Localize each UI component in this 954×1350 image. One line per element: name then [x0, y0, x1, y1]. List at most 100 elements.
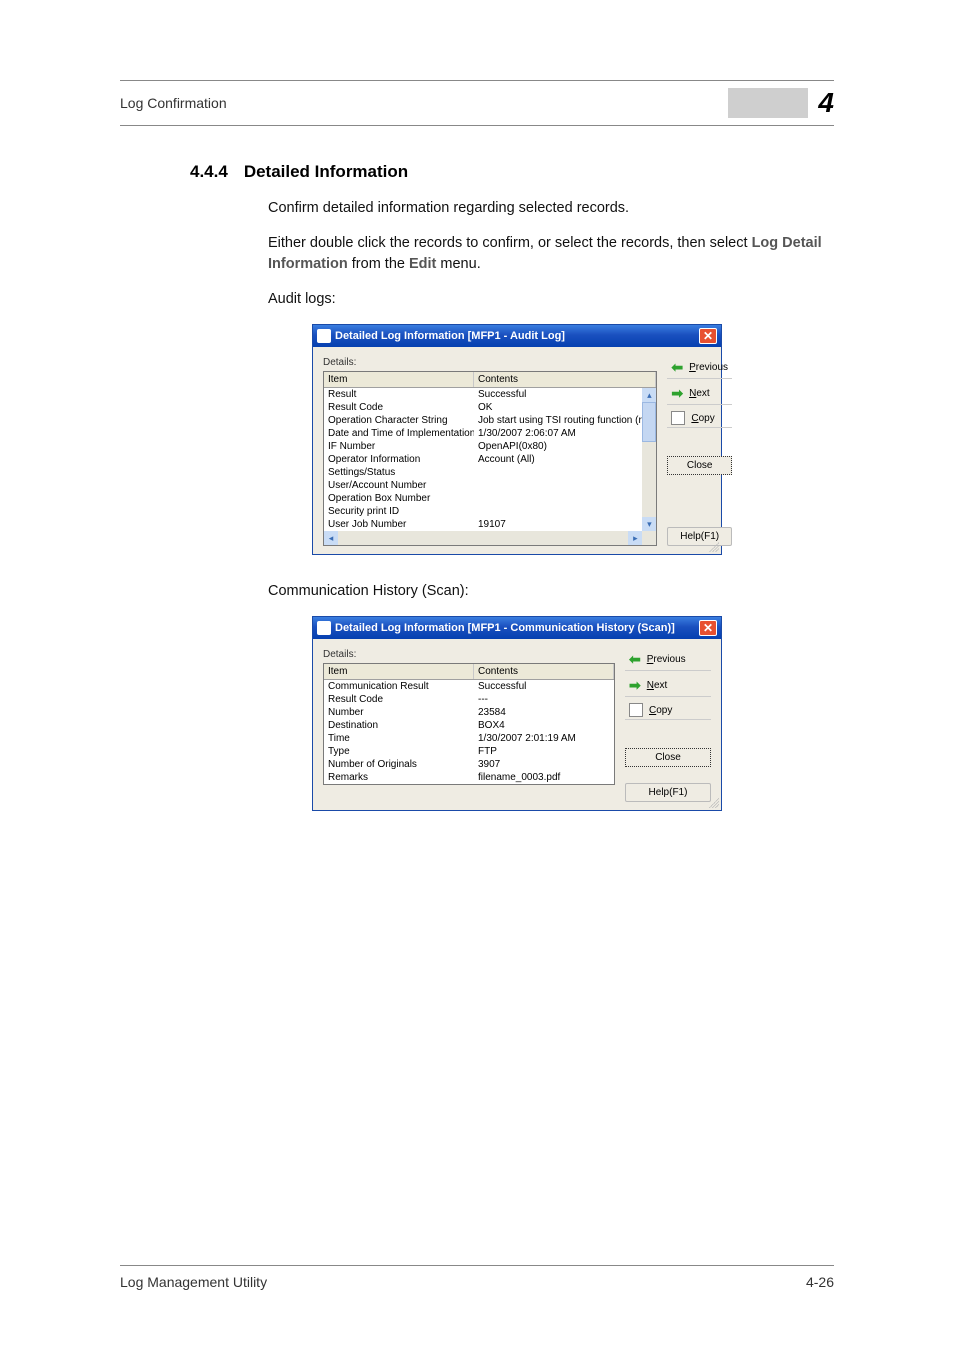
- column-item[interactable]: Item: [324, 372, 474, 387]
- cell-content: BOX4: [474, 719, 614, 732]
- table-row[interactable]: Settings/Status: [324, 466, 656, 479]
- next-button[interactable]: ➡ Next: [667, 383, 732, 405]
- grid-body: Communication ResultSuccessfulResult Cod…: [324, 680, 614, 784]
- table-row[interactable]: Remarksfilename_0003.pdf: [324, 771, 614, 784]
- column-item[interactable]: Item: [324, 664, 474, 679]
- footer-title: Log Management Utility: [120, 1274, 267, 1290]
- cell-content: Successful: [474, 388, 656, 401]
- dialog-title: Detailed Log Information [MFP1 - Communi…: [335, 622, 675, 634]
- next-label: ext: [654, 680, 667, 691]
- cell-item: Operator Information: [324, 453, 474, 466]
- help-button[interactable]: Help(F1): [667, 527, 732, 546]
- table-row[interactable]: Date and Time of Implementation1/30/2007…: [324, 427, 656, 440]
- copy-button[interactable]: Copy: [667, 409, 732, 428]
- table-row[interactable]: DestinationBOX4: [324, 719, 614, 732]
- copy-button[interactable]: Copy: [625, 701, 711, 720]
- scroll-thumb[interactable]: [642, 402, 656, 442]
- cell-content: [474, 479, 656, 492]
- horizontal-scrollbar[interactable]: ◂ ▸: [324, 531, 642, 545]
- arrow-left-icon: ⬅: [671, 359, 683, 376]
- table-row[interactable]: Operator InformationAccount (All): [324, 453, 656, 466]
- table-row[interactable]: Number of Originals3907: [324, 758, 614, 771]
- previous-label: revious: [696, 362, 728, 373]
- table-row[interactable]: User/Account Number: [324, 479, 656, 492]
- cell-content: filename_0003.pdf: [474, 771, 614, 784]
- table-row[interactable]: TypeFTP: [324, 745, 614, 758]
- cell-item: Number of Originals: [324, 758, 474, 771]
- table-row[interactable]: Operation Character StringJob start usin…: [324, 414, 656, 427]
- details-label: Details:: [323, 649, 615, 660]
- table-row[interactable]: Number23584: [324, 706, 614, 719]
- cell-content: OpenAPI(0x80): [474, 440, 656, 453]
- scroll-right-icon[interactable]: ▸: [628, 531, 642, 545]
- text: from the: [348, 256, 409, 272]
- intro-paragraph: Confirm detailed information regarding s…: [268, 198, 834, 219]
- cell-content: 1/30/2007 2:06:07 AM: [474, 427, 656, 440]
- cell-item: Type: [324, 745, 474, 758]
- copy-label: opy: [699, 413, 715, 424]
- details-label: Details:: [323, 357, 657, 368]
- table-row[interactable]: User Job Number19107: [324, 518, 656, 531]
- close-icon[interactable]: ✕: [699, 620, 717, 636]
- cell-item: Settings/Status: [324, 466, 474, 479]
- table-row[interactable]: Result CodeOK: [324, 401, 656, 414]
- section-title: Detailed Information: [244, 162, 408, 182]
- cell-content: [474, 466, 656, 479]
- table-row[interactable]: Result Code---: [324, 693, 614, 706]
- cell-item: Operation Character String: [324, 414, 474, 427]
- arrow-left-icon: ⬅: [629, 651, 641, 668]
- cell-content: 23584: [474, 706, 614, 719]
- close-icon[interactable]: ✕: [699, 328, 717, 344]
- close-button[interactable]: Close: [625, 748, 711, 767]
- cell-content: Account (All): [474, 453, 656, 466]
- copy-icon: [629, 703, 643, 717]
- table-row[interactable]: Communication ResultSuccessful: [324, 680, 614, 693]
- dialog-titlebar[interactable]: Detailed Log Information [MFP1 - Audit L…: [313, 325, 721, 347]
- scroll-left-icon[interactable]: ◂: [324, 531, 338, 545]
- cell-item: Destination: [324, 719, 474, 732]
- arrow-right-icon: ➡: [629, 677, 641, 694]
- table-row[interactable]: Security print ID: [324, 505, 656, 518]
- cell-content: 3907: [474, 758, 614, 771]
- resize-grip-icon[interactable]: [709, 798, 719, 808]
- cell-content: Job start using TSI routing function (re…: [474, 414, 656, 427]
- cell-item: Result Code: [324, 693, 474, 706]
- page-header: Log Confirmation 4: [120, 80, 834, 126]
- vertical-scrollbar[interactable]: ▴ ▾: [642, 388, 656, 531]
- scroll-up-icon[interactable]: ▴: [642, 388, 656, 402]
- table-row[interactable]: Operation Box Number: [324, 492, 656, 505]
- cell-item: User/Account Number: [324, 479, 474, 492]
- page-number: 4-26: [806, 1274, 834, 1290]
- previous-label: revious: [653, 654, 685, 665]
- next-button[interactable]: ➡ Next: [625, 675, 711, 697]
- column-contents[interactable]: Contents: [474, 372, 656, 387]
- text: menu.: [436, 256, 480, 272]
- chapter-bg: [728, 88, 808, 118]
- app-icon: [317, 329, 331, 343]
- cell-item: Communication Result: [324, 680, 474, 693]
- table-row[interactable]: IF NumberOpenAPI(0x80): [324, 440, 656, 453]
- cell-content: [474, 505, 656, 518]
- section-number: 4.4.4: [190, 162, 228, 182]
- dialog-titlebar[interactable]: Detailed Log Information [MFP1 - Communi…: [313, 617, 721, 639]
- next-label: ext: [696, 388, 709, 399]
- help-button[interactable]: Help(F1): [625, 783, 711, 802]
- table-row[interactable]: Time1/30/2007 2:01:19 AM: [324, 732, 614, 745]
- grid-header: Item Contents: [324, 664, 614, 680]
- resize-grip-icon[interactable]: [709, 542, 719, 552]
- scroll-down-icon[interactable]: ▾: [642, 517, 656, 531]
- previous-button[interactable]: ⬅ Previous: [625, 649, 711, 671]
- cell-item: Result Code: [324, 401, 474, 414]
- table-row[interactable]: ResultSuccessful: [324, 388, 656, 401]
- page-footer: Log Management Utility 4-26: [120, 1265, 834, 1290]
- app-icon: [317, 621, 331, 635]
- grid-body: ▴ ▾ ResultSuccessfulResult CodeOKOperati…: [324, 388, 656, 531]
- close-button[interactable]: Close: [667, 456, 732, 475]
- column-contents[interactable]: Contents: [474, 664, 614, 679]
- cell-item: Security print ID: [324, 505, 474, 518]
- cell-item: IF Number: [324, 440, 474, 453]
- previous-button[interactable]: ⬅ Previous: [667, 357, 732, 379]
- comm-history-dialog: Detailed Log Information [MFP1 - Communi…: [312, 616, 722, 811]
- cell-content: Successful: [474, 680, 614, 693]
- grid-header: Item Contents: [324, 372, 656, 388]
